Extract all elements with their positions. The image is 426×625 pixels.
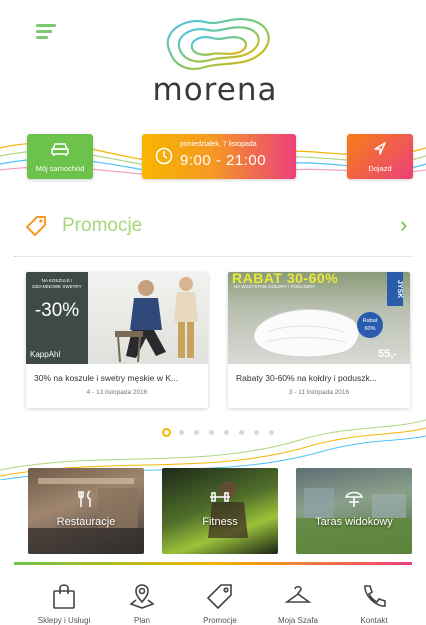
hanger-icon — [284, 585, 312, 603]
bottom-navigation: Sklepy i Usługi Plan Promocje Moja Szafa… — [0, 566, 426, 625]
nav-label: Sklepy i Usługi — [37, 616, 91, 625]
brand-name: morena — [152, 72, 278, 108]
promo-card[interactable]: NA KOSZULE I DZIANINOWE SWETRY -30% Kapp… — [26, 272, 208, 408]
viewing-terrace-label: Taras widokowy — [315, 516, 393, 528]
navigation-arrow-icon — [374, 142, 386, 155]
restaurants-tile[interactable]: Restauracje — [28, 468, 144, 554]
promo-discount: -30% — [34, 300, 80, 321]
nav-label: Plan — [133, 616, 150, 625]
umbrella-table-icon — [296, 490, 412, 513]
nav-label: Moja Szafa — [277, 616, 319, 625]
promo-brand: JYSK — [387, 272, 403, 306]
current-date: poniedziałek, 7 listopada — [180, 141, 257, 148]
tag-icon — [206, 584, 232, 610]
viewing-terrace-tile[interactable]: Taras widokowy — [296, 468, 412, 554]
promo-badge: Rabat 60% — [357, 312, 383, 338]
promo-headline: NA KOSZULE I DZIANINOWE SWETRY — [32, 278, 82, 289]
nav-label: Promocje — [203, 616, 237, 625]
shopping-bag-icon — [53, 584, 75, 609]
opening-hours-tile: poniedziałek, 7 listopada 9:00 - 21:00 — [142, 134, 296, 179]
hamburger-menu-icon[interactable] — [36, 24, 56, 40]
fitness-photo — [208, 481, 248, 538]
promo-title: Rabaty 30-60% na kołdry i poduszk... — [236, 373, 377, 383]
map-pin-icon — [129, 584, 155, 609]
my-car-button[interactable]: Mój samochód — [27, 134, 93, 179]
promo-image-kappahl: NA KOSZULE I DZIANINOWE SWETRY -30% Kapp… — [26, 272, 208, 364]
promo-price: 55,- — [378, 348, 397, 360]
models-illustration — [115, 277, 198, 363]
promo-image-jysk: RABAT 30-60% NA WSZYSTKIE KOŁDRY I PODUS… — [228, 272, 410, 364]
nav-my-wardrobe[interactable]: Moja Szafa — [258, 566, 338, 625]
promo-subheadline: NA WSZYSTKIE KOŁDRY I PODUSZKI* — [234, 284, 316, 289]
tag-icon — [26, 216, 46, 236]
promo-dates: 4 - 13 listopada 2016 — [86, 389, 148, 396]
fitness-label: Fitness — [202, 516, 238, 528]
opening-hours: 9:00 - 21:00 — [180, 152, 267, 169]
promo-brand: KappAhl — [30, 350, 61, 359]
chevron-right-icon[interactable]: › — [400, 212, 407, 238]
my-car-label: Mój samochód — [35, 164, 85, 173]
promo-card[interactable]: RABAT 30-60% NA WSZYSTKIE KOŁDRY I PODUS… — [228, 272, 410, 408]
promo-dates: 3 - 11 listopada 2016 — [288, 389, 350, 396]
promo-title: 30% na koszule i swetry męskie w K... — [34, 373, 179, 383]
divider — [14, 256, 412, 257]
clock-icon — [155, 147, 173, 165]
fitness-tile[interactable]: Fitness — [162, 468, 278, 554]
directions-button[interactable]: Dojazd — [347, 134, 413, 179]
nav-shops-services[interactable]: Sklepy i Usługi — [24, 566, 104, 625]
dumbbell-icon — [162, 490, 278, 508]
restaurants-label: Restauracje — [56, 516, 116, 528]
nav-label: Kontakt — [360, 616, 388, 625]
nav-plan[interactable]: Plan — [102, 566, 182, 625]
cutlery-icon — [28, 490, 144, 513]
nav-promotions[interactable]: Promocje — [180, 566, 260, 625]
phone-icon — [364, 585, 386, 607]
nav-contact[interactable]: Kontakt — [334, 566, 414, 625]
car-icon — [51, 143, 69, 156]
duvet-illustration — [253, 308, 360, 358]
accent-divider — [14, 562, 412, 565]
directions-label: Dojazd — [368, 164, 392, 173]
promotions-title: Promocje — [62, 215, 143, 236]
